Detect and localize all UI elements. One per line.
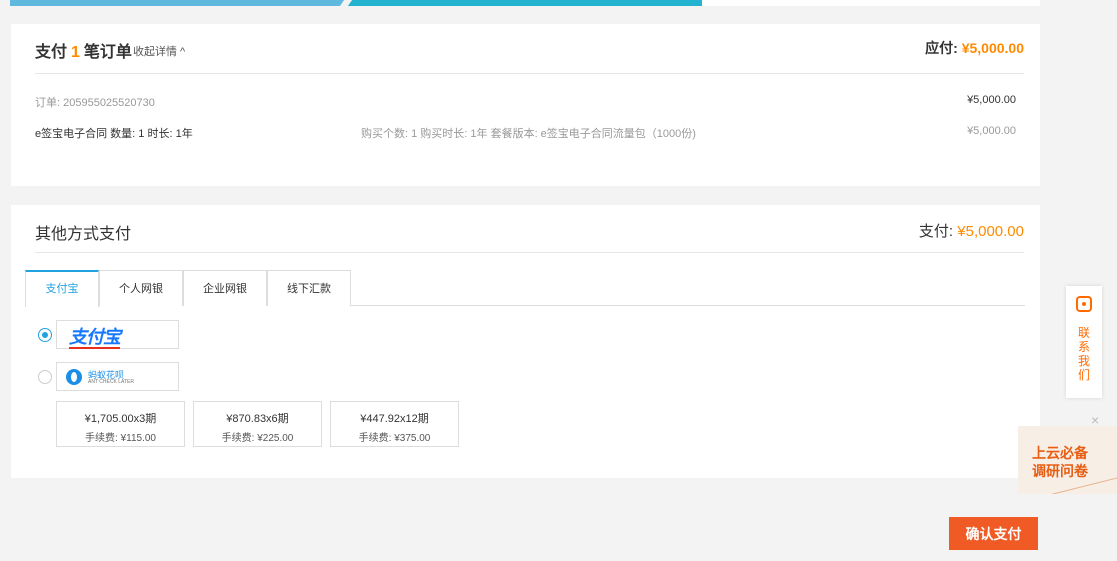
- payment-tabs: 支付宝 个人网银 企业网银 线下汇款: [25, 270, 1025, 307]
- confirm-payment-button[interactable]: 确认支付: [949, 517, 1038, 550]
- huabei-radio[interactable]: [38, 370, 52, 384]
- tab-personal-bank[interactable]: 个人网银: [99, 270, 183, 306]
- huabei-icon: [66, 369, 82, 385]
- installment-plan-6[interactable]: ¥870.83x6期 手续费: ¥225.00: [193, 401, 322, 447]
- installment-fee: 手续费: ¥115.00: [85, 433, 156, 444]
- order-total: ¥5,000.00: [967, 94, 1016, 106]
- survey-line-1: 上云必备: [1032, 445, 1088, 461]
- payment-amount-label: 支付:: [918, 223, 954, 240]
- progress-step-1: [10, 0, 345, 6]
- amount-due-value: ¥5,000.00: [961, 40, 1024, 56]
- survey-line-2: 调研问卷: [1032, 463, 1088, 479]
- installment-plan-3[interactable]: ¥1,705.00x3期 手续费: ¥115.00: [56, 401, 185, 447]
- chat-icon: [1076, 296, 1092, 312]
- huabei-option[interactable]: 蚂蚁花呗 ANT CHECK LATER: [56, 362, 179, 391]
- other-payment-title: 其他方式支付: [35, 226, 132, 243]
- title-suffix: 笔订单: [83, 44, 132, 61]
- alipay-logo: 支付宝: [69, 323, 121, 349]
- tab-corporate-bank[interactable]: 企业网银: [183, 270, 267, 306]
- contact-us-widget[interactable]: 联系我们: [1066, 286, 1102, 398]
- tab-alipay[interactable]: 支付宝: [25, 270, 99, 307]
- payment-amount-value: ¥5,000.00: [957, 223, 1024, 240]
- progress-step-3: [702, 0, 1040, 6]
- progress-step-2: [345, 0, 702, 6]
- alipay-option[interactable]: 支付宝: [56, 320, 179, 349]
- installment-amount: ¥870.83x6期: [226, 413, 289, 425]
- alipay-logo-text: 支付宝: [69, 327, 121, 347]
- alipay-logo-underline: [69, 347, 120, 349]
- order-summary-card: 支付 1 笔订单 收起详情 ^ 应付: ¥5,000.00 订单: 20595502…: [11, 24, 1040, 186]
- other-payment-header: 其他方式支付 支付: ¥5,000.00: [35, 205, 1024, 253]
- amount-due: 应付: ¥5,000.00: [925, 38, 1024, 58]
- order-summary-title: 支付 1 笔订单: [35, 38, 132, 62]
- other-payment-card: 其他方式支付 支付: ¥5,000.00 支付宝 个人网银 企业网银 线下汇款 …: [11, 205, 1040, 478]
- survey-banner[interactable]: 上云必备 调研问卷: [1018, 426, 1117, 494]
- item-price: ¥5,000.00: [967, 125, 1016, 137]
- installment-amount: ¥1,705.00x3期: [84, 413, 157, 425]
- alipay-radio[interactable]: [38, 328, 52, 342]
- contact-us-label: 联系我们: [1077, 326, 1090, 382]
- tab-offline-transfer[interactable]: 线下汇款: [267, 270, 351, 306]
- installment-fee: 手续费: ¥375.00: [358, 433, 431, 444]
- title-prefix: 支付: [35, 44, 68, 61]
- payment-amount: 支付: ¥5,000.00: [919, 220, 1024, 241]
- installment-amount: ¥447.92x12期: [360, 413, 429, 425]
- progress-bar: [10, 0, 1040, 8]
- amount-due-label: 应付:: [925, 40, 958, 56]
- item-spec: 购买个数: 1 购买时长: 1年 套餐版本: e签宝电子合同流量包（1000份): [361, 128, 696, 140]
- installment-fee: 手续费: ¥225.00: [221, 433, 294, 444]
- item-name: e签宝电子合同 数量: 1 时长: 1年: [35, 128, 193, 140]
- order-count: 1: [71, 44, 80, 61]
- order-number: 订单: 205955025520730: [35, 97, 155, 109]
- order-summary-header: 支付 1 笔订单 收起详情 ^ 应付: ¥5,000.00: [35, 24, 1024, 74]
- collapse-details-link[interactable]: 收起详情 ^: [133, 43, 185, 59]
- installment-plan-12[interactable]: ¥447.92x12期 手续费: ¥375.00: [330, 401, 459, 447]
- huabei-logo-sub: ANT CHECK LATER: [88, 379, 134, 385]
